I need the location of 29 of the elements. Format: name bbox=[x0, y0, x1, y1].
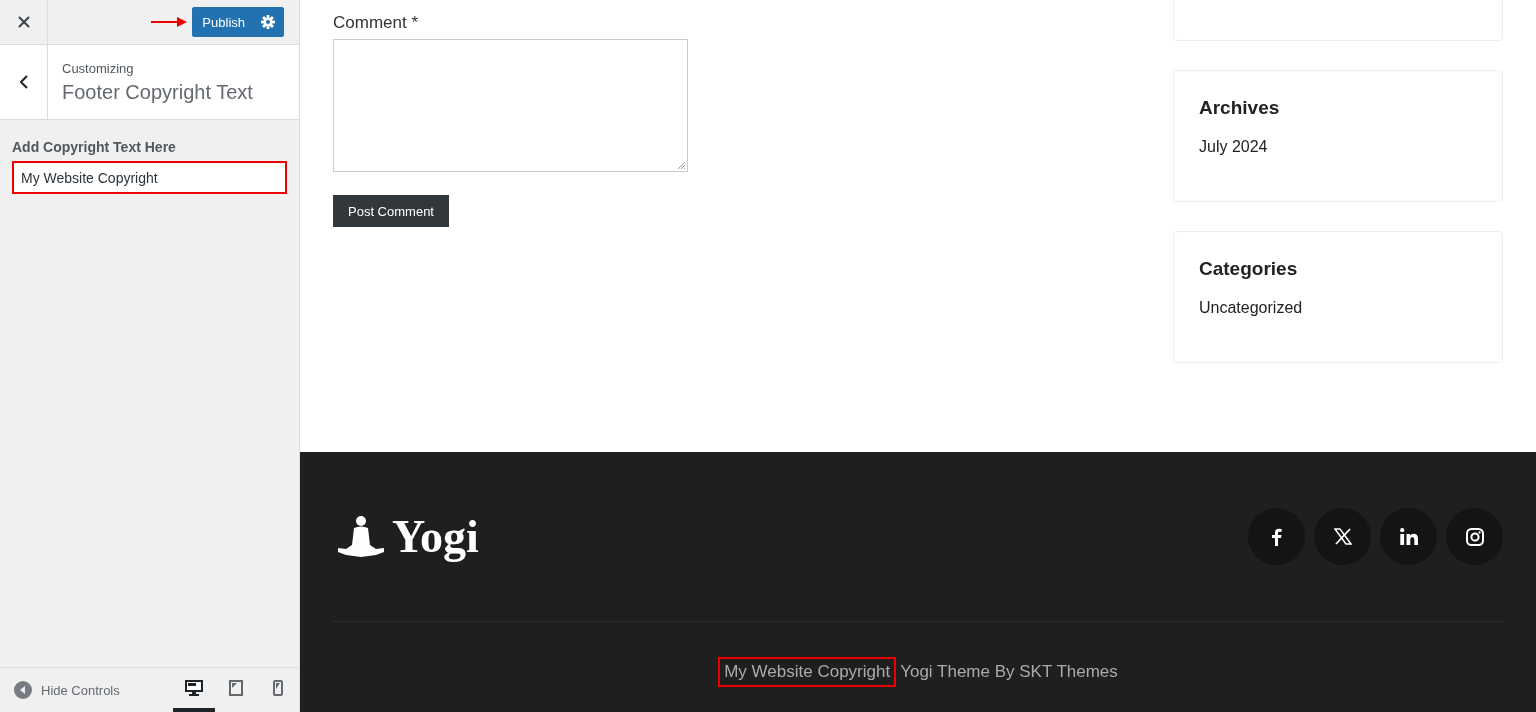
comment-field[interactable] bbox=[333, 39, 688, 172]
breadcrumb: Customizing bbox=[62, 61, 135, 76]
credit-text: Yogi Theme By SKT Themes bbox=[900, 662, 1118, 682]
x-icon bbox=[1333, 528, 1352, 545]
post-comment-button[interactable]: Post Comment bbox=[333, 195, 449, 227]
hide-controls-button[interactable]: Hide Controls bbox=[0, 681, 120, 699]
arrow-icon bbox=[151, 17, 188, 27]
field-label: Add Copyright Text Here bbox=[12, 139, 177, 155]
back-icon bbox=[19, 75, 28, 89]
widget-link[interactable]: July 2024 bbox=[1199, 138, 1477, 156]
section-title: Footer Copyright Text bbox=[62, 81, 253, 104]
linkedin-icon bbox=[1399, 528, 1418, 545]
resize-handle-icon bbox=[676, 160, 686, 170]
instagram-icon bbox=[1465, 527, 1484, 546]
meditation-figure-icon bbox=[336, 514, 386, 559]
widget-link[interactable]: Uncategorized bbox=[1199, 299, 1477, 317]
collapse-icon bbox=[14, 681, 32, 699]
monitor-icon bbox=[185, 680, 203, 696]
facebook-icon bbox=[1271, 527, 1282, 546]
input-field[interactable]: My Website Copyright bbox=[12, 161, 287, 194]
widget-title: Archives bbox=[1199, 97, 1281, 119]
close-icon bbox=[17, 16, 30, 28]
widget-title: Categories bbox=[1199, 258, 1299, 280]
logo-text: Yogi bbox=[392, 510, 479, 563]
comment-label: Comment * bbox=[333, 13, 419, 34]
tablet-icon bbox=[229, 680, 243, 696]
settings-icon bbox=[261, 15, 275, 29]
phone-icon bbox=[273, 680, 283, 696]
copyright-text: My Website Copyright bbox=[718, 657, 897, 687]
